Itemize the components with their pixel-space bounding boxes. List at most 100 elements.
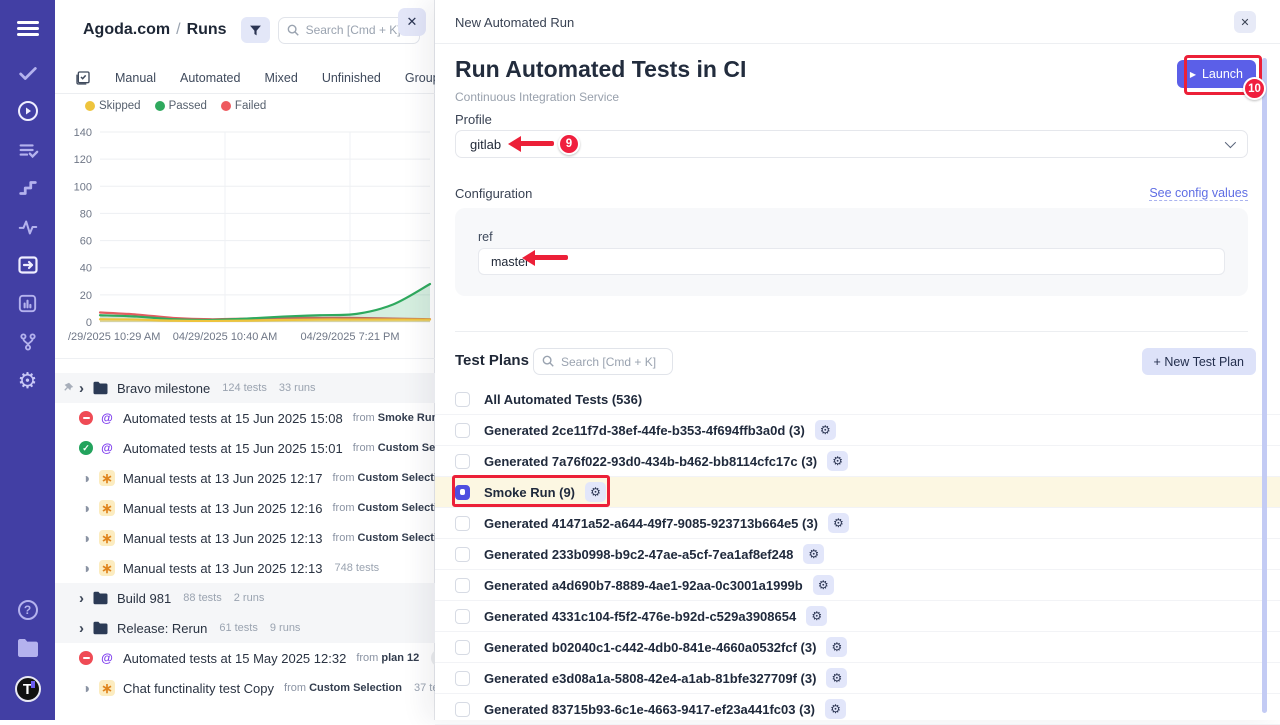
- runs-tab[interactable]: Manual: [115, 71, 156, 85]
- drawer-scrollbar[interactable]: [1262, 58, 1267, 713]
- gear-icon[interactable]: ⚙: [813, 575, 834, 595]
- test-plan-checkbox[interactable]: [455, 485, 470, 500]
- run-title: Chat functinality test Copy: [123, 681, 274, 696]
- run-status-icon: [79, 651, 93, 665]
- check-icon[interactable]: [0, 62, 55, 84]
- run-subheading: Continuous Integration Service: [455, 90, 619, 104]
- chevron-right-icon[interactable]: ›: [79, 620, 84, 637]
- play-circle-icon[interactable]: [0, 99, 55, 123]
- test-plan-label: Generated 83715b93-6c1e-4663-9417-ef23a4…: [484, 702, 815, 717]
- test-plan-label: Generated 2ce11f7d-38ef-44fe-b353-4f694f…: [484, 423, 805, 438]
- test-plan-row[interactable]: Generated 4331c104-f5f2-476e-b92d-c529a3…: [435, 601, 1280, 632]
- test-plan-checkbox[interactable]: [455, 671, 470, 686]
- run-source: from Custom Selection: [332, 472, 435, 484]
- run-row[interactable]: Automated tests at 15 Jun 2025 15:08 fro…: [55, 403, 435, 433]
- see-config-values-link[interactable]: See config values: [1149, 186, 1248, 201]
- test-plan-row[interactable]: Generated 83715b93-6c1e-4663-9417-ef23a4…: [435, 694, 1280, 725]
- run-row[interactable]: › Bravo milestone 124 tests 33 runs: [55, 373, 435, 403]
- settings-gear-icon[interactable]: ⚙: [0, 368, 55, 394]
- test-plan-label: Generated a4d690b7-8889-4ae1-92aa-0c3001…: [484, 578, 803, 593]
- gear-icon[interactable]: ⚙: [825, 699, 846, 719]
- run-row[interactable]: Manual tests at 13 Jun 2025 12:13 748 te…: [55, 553, 435, 583]
- run-title: Bravo milestone: [117, 381, 210, 396]
- test-plan-checkbox[interactable]: [455, 516, 470, 531]
- drawer-close-button[interactable]: ✕: [1234, 11, 1256, 33]
- test-plan-checkbox[interactable]: [455, 423, 470, 438]
- help-icon[interactable]: ?: [0, 600, 55, 620]
- search-icon: [541, 354, 555, 368]
- gear-icon[interactable]: ⚙: [826, 637, 847, 657]
- run-row[interactable]: Manual tests at 13 Jun 2025 12:13 from C…: [55, 523, 435, 553]
- ref-input[interactable]: [478, 248, 1225, 275]
- test-plan-checkbox[interactable]: [455, 392, 470, 407]
- runs-list: › Bravo milestone 124 tests 33 runs: [55, 358, 435, 720]
- test-plan-row[interactable]: Generated b02040c1-c442-4db0-841e-4660a0…: [435, 632, 1280, 663]
- gear-icon[interactable]: ⚙: [815, 420, 836, 440]
- run-row[interactable]: Manual tests at 13 Jun 2025 12:17 from C…: [55, 463, 435, 493]
- test-plan-row[interactable]: Smoke Run (9) ⚙: [435, 477, 1280, 508]
- analytics-icon[interactable]: [0, 292, 55, 315]
- filter-button[interactable]: [241, 17, 270, 43]
- runs-tab[interactable]: Unfinished: [322, 71, 381, 85]
- runs-list-icon[interactable]: [0, 139, 55, 161]
- menu-icon[interactable]: [0, 18, 55, 39]
- test-plan-checkbox[interactable]: [455, 547, 470, 562]
- run-title: Automated tests at 15 May 2025 12:32: [123, 651, 346, 666]
- test-plan-row[interactable]: Generated 2ce11f7d-38ef-44fe-b353-4f694f…: [435, 415, 1280, 446]
- ref-label: ref: [478, 230, 493, 244]
- import-icon[interactable]: [0, 253, 55, 277]
- run-row[interactable]: Manual tests at 13 Jun 2025 12:16 from C…: [55, 493, 435, 523]
- gear-icon[interactable]: ⚙: [828, 513, 849, 533]
- pulse-icon[interactable]: [0, 216, 55, 238]
- run-kind-icon: [99, 470, 115, 486]
- gear-icon[interactable]: ⚙: [585, 482, 606, 502]
- gear-icon[interactable]: ⚙: [827, 451, 848, 471]
- test-plan-checkbox[interactable]: [455, 578, 470, 593]
- test-plan-row[interactable]: Generated a4d690b7-8889-4ae1-92aa-0c3001…: [435, 570, 1280, 601]
- gear-icon[interactable]: ⚙: [806, 606, 827, 626]
- test-plan-row[interactable]: Generated e3d08a1a-5808-42e4-a1ab-81bfe3…: [435, 663, 1280, 694]
- run-source: from Custom Selection: [353, 442, 435, 454]
- drawer-topbar: New Automated Run ✕: [435, 0, 1280, 44]
- run-row[interactable]: Chat functinality test Copy from Custom …: [55, 673, 435, 703]
- gear-icon[interactable]: ⚙: [826, 668, 847, 688]
- run-status-icon: [79, 441, 93, 455]
- test-plan-checkbox[interactable]: [455, 609, 470, 624]
- test-plan-row[interactable]: Generated 7a76f022-93d0-434b-b462-bb8114…: [435, 446, 1280, 477]
- projects-folder-icon[interactable]: [0, 638, 55, 658]
- test-plan-row[interactable]: Generated 233b0998-b9c2-47ae-a5cf-7ea1af…: [435, 539, 1280, 570]
- test-plan-row[interactable]: All Automated Tests (536): [435, 384, 1280, 415]
- profile-select[interactable]: gitlab: [455, 130, 1248, 158]
- gear-icon[interactable]: ⚙: [803, 544, 824, 564]
- runs-tabs: ManualAutomatedMixedUnfinishedGroups: [55, 62, 435, 94]
- run-row[interactable]: Automated tests at 15 Jun 2025 15:01 fro…: [55, 433, 435, 463]
- svg-text:60: 60: [80, 236, 92, 248]
- run-kind-icon: [99, 440, 115, 456]
- breadcrumb-project[interactable]: Agoda.com: [83, 21, 170, 38]
- run-kind-icon: [99, 560, 115, 576]
- branch-icon[interactable]: [0, 331, 55, 353]
- panel-close-button[interactable]: ✕: [398, 8, 426, 36]
- test-plan-checkbox[interactable]: [455, 640, 470, 655]
- run-row[interactable]: › Release: Rerun 61 tests 9 runs: [55, 613, 435, 643]
- run-row[interactable]: Automated tests at 15 May 2025 12:32 fro…: [55, 643, 435, 673]
- runs-tab[interactable]: Automated: [180, 71, 240, 85]
- svg-text:04/29/2025 7:21 PM: 04/29/2025 7:21 PM: [300, 331, 399, 343]
- run-kind-icon: [99, 530, 115, 546]
- new-test-plan-button[interactable]: + New Test Plan: [1142, 348, 1256, 375]
- folder-icon: [92, 621, 109, 635]
- user-avatar[interactable]: T: [0, 676, 55, 702]
- launch-button[interactable]: ▶ Launch: [1177, 60, 1256, 88]
- run-row[interactable]: › Build 981 88 tests 2 runs: [55, 583, 435, 613]
- run-status-icon: [79, 471, 93, 485]
- test-plan-checkbox[interactable]: [455, 702, 470, 717]
- chevron-right-icon[interactable]: ›: [79, 380, 84, 397]
- runs-tab[interactable]: Mixed: [264, 71, 297, 85]
- select-runs-icon[interactable]: [75, 70, 91, 86]
- close-icon: ✕: [407, 14, 418, 30]
- steps-icon[interactable]: [0, 177, 55, 199]
- test-plan-row[interactable]: Generated 41471a52-a644-49f7-9085-923713…: [435, 508, 1280, 539]
- chevron-right-icon[interactable]: ›: [79, 590, 84, 607]
- test-plan-checkbox[interactable]: [455, 454, 470, 469]
- run-title: Manual tests at 13 Jun 2025 12:13: [123, 561, 322, 576]
